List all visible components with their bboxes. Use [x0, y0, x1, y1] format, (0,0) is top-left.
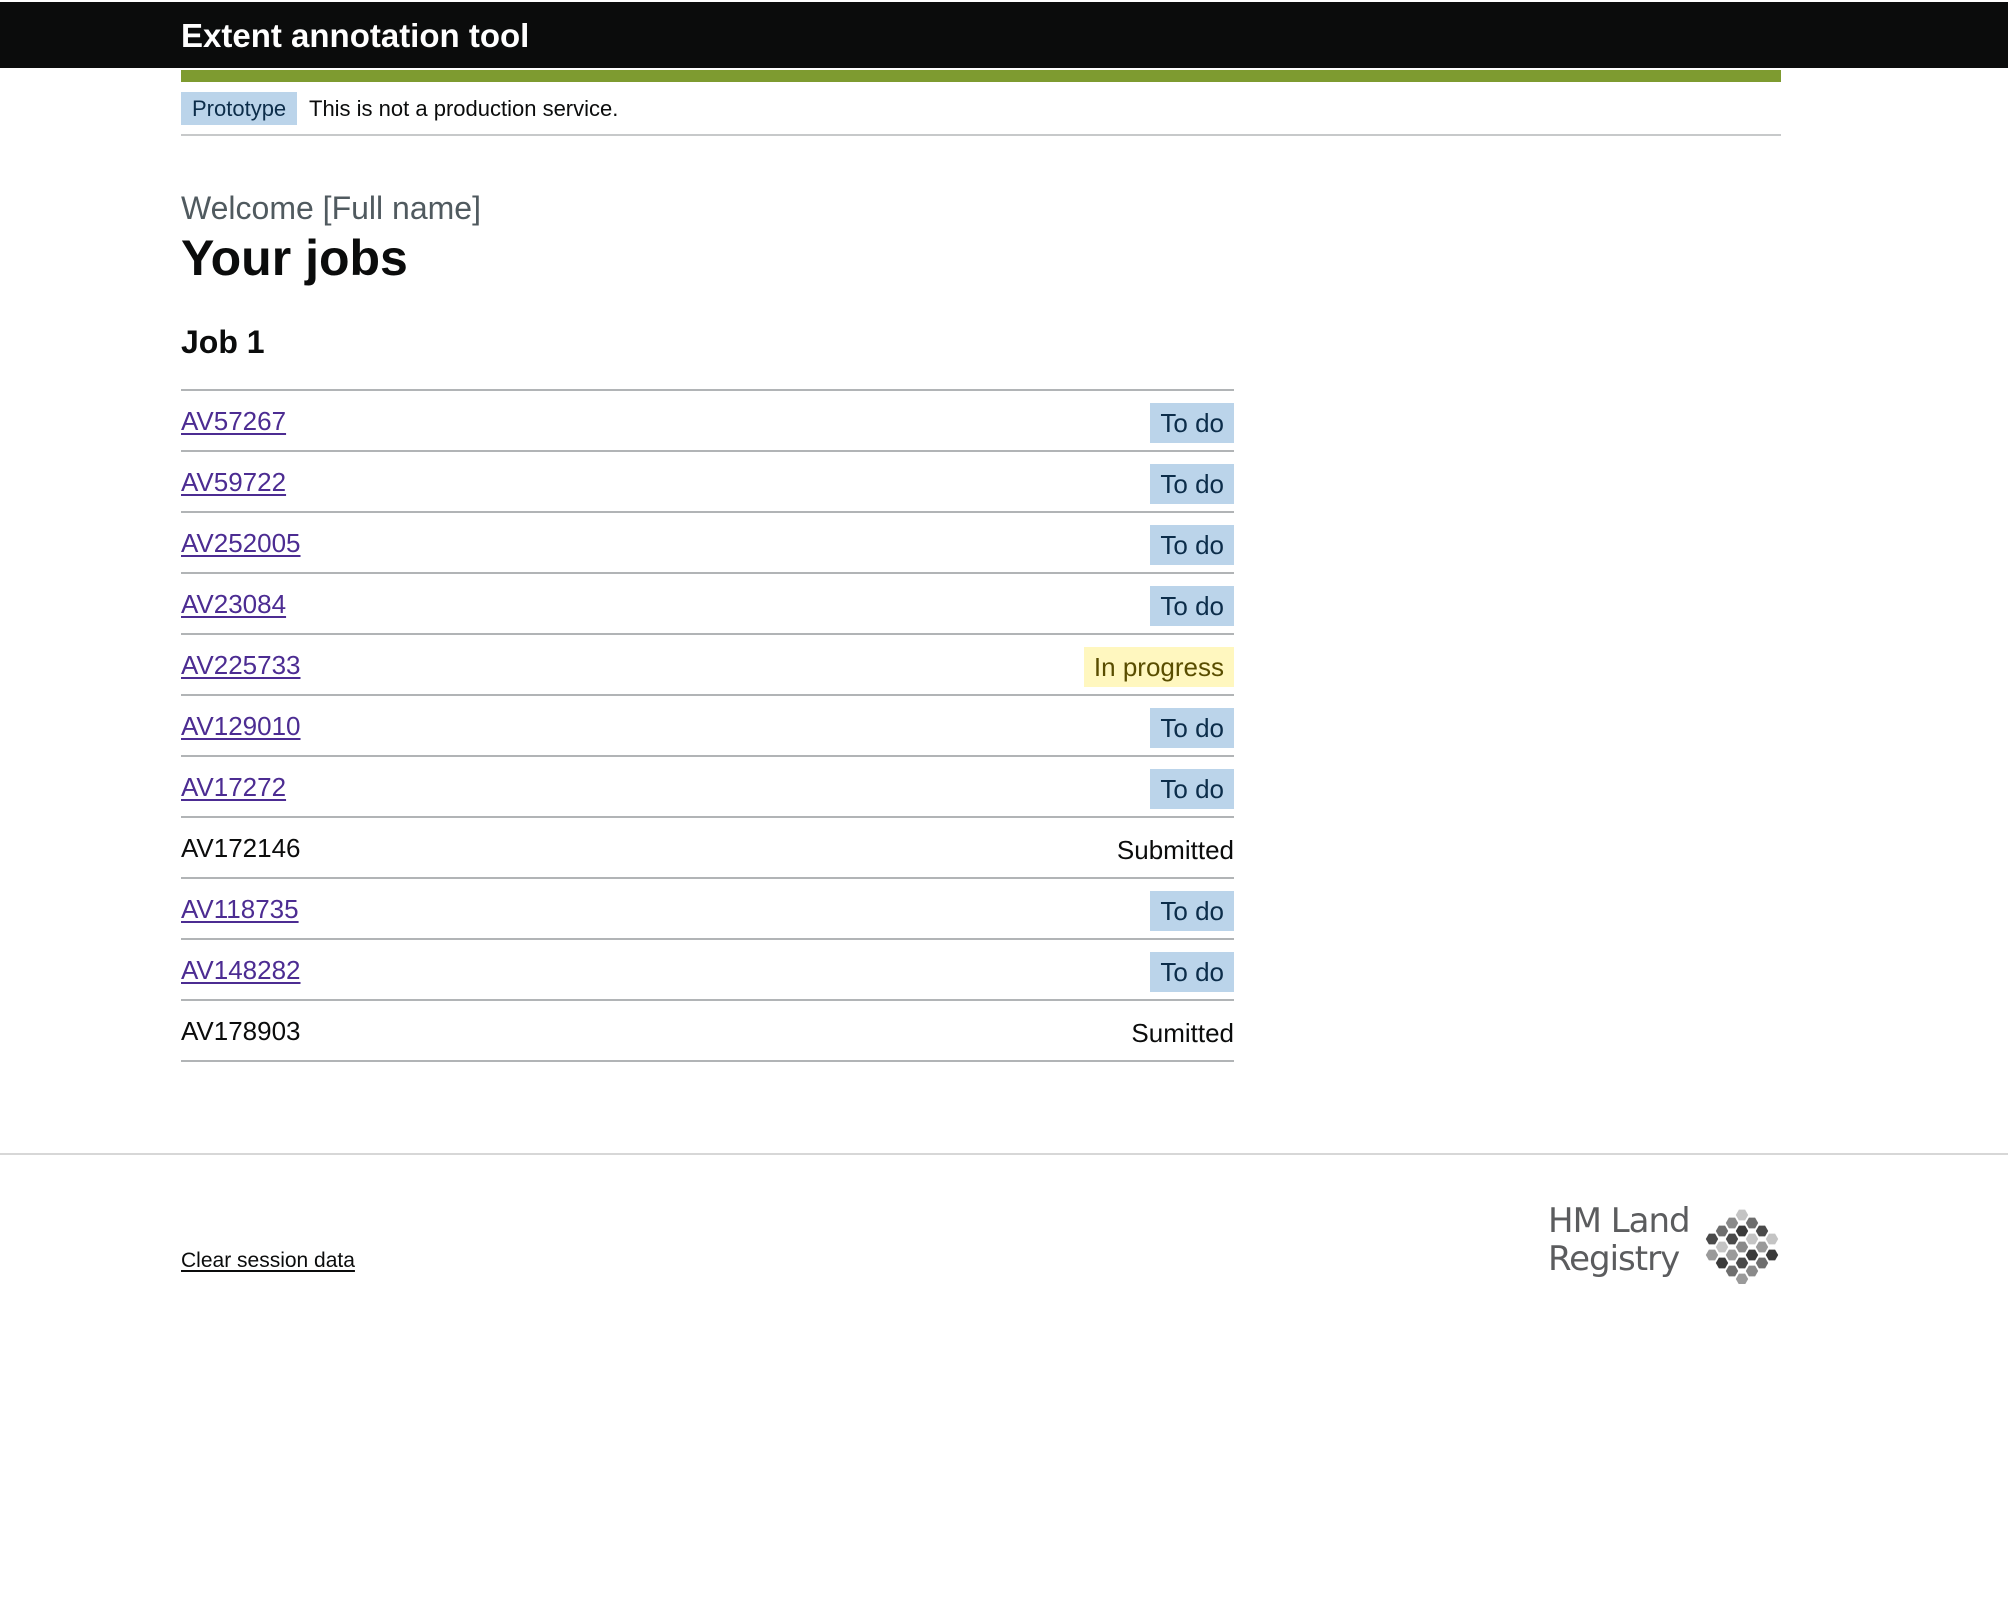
crest-hexagon — [1745, 1249, 1759, 1261]
status-badge: In progress — [1083, 647, 1234, 687]
crest-hexagon — [1755, 1257, 1769, 1269]
crest-hexagon — [1705, 1233, 1719, 1245]
crest-hexagon — [1755, 1225, 1769, 1237]
footer-divider — [0, 1153, 2008, 1155]
crest-hexagon — [1765, 1249, 1779, 1261]
crest-hexagon — [1745, 1233, 1759, 1245]
crest-hexagon — [1735, 1209, 1749, 1221]
hmlr-crest-icon — [1705, 1209, 1779, 1284]
phase-banner: Prototype This is not a production servi… — [181, 82, 1781, 136]
logo-line-1: HM Land — [1548, 1201, 1691, 1241]
page-title: Your jobs — [181, 230, 408, 286]
logo-text: HM Land Registry — [1548, 1201, 1691, 1279]
status-badge: To do — [1150, 769, 1234, 809]
job-row: AV118735 To do — [181, 879, 1234, 940]
crest-hexagon — [1745, 1217, 1759, 1229]
job-row: AV129010 To do — [181, 696, 1234, 757]
job-row: AV252005 To do — [181, 513, 1234, 574]
crest-hexagon — [1745, 1265, 1759, 1277]
job-row: AV148282 To do — [181, 940, 1234, 1001]
crest-hexagon — [1725, 1265, 1739, 1277]
service-name[interactable]: Extent annotation tool — [181, 16, 529, 56]
job-row: AV57267 To do — [181, 391, 1234, 452]
clear-session-link[interactable]: Clear session data — [181, 1248, 355, 1274]
crest-hexagon — [1715, 1257, 1729, 1269]
status-badge: To do — [1150, 525, 1234, 565]
job-link-av118735[interactable]: AV118735 — [181, 893, 299, 925]
crest-hexagon — [1715, 1225, 1729, 1237]
status-badge: To do — [1150, 891, 1234, 931]
status-badge: To do — [1150, 952, 1234, 992]
job-row: AV225733 In progress — [181, 635, 1234, 696]
site-header: Extent annotation tool — [0, 0, 2008, 68]
crest-hexagon — [1735, 1241, 1749, 1253]
status-badge: To do — [1150, 586, 1234, 626]
job-id-av178903: AV178903 — [181, 1016, 301, 1046]
job-row: AV17272 To do — [181, 757, 1234, 818]
job-heading: Job 1 — [181, 324, 265, 360]
crest-hexagon — [1715, 1241, 1729, 1253]
job-link-av129010[interactable]: AV129010 — [181, 710, 301, 742]
crest-hexagon — [1725, 1233, 1739, 1245]
welcome-caption: Welcome [Full name] — [181, 190, 481, 226]
crest-hexagon — [1765, 1233, 1779, 1245]
phase-tag: Prototype — [181, 92, 298, 125]
job-link-av59722[interactable]: AV59722 — [181, 466, 286, 498]
job-link-av23084[interactable]: AV23084 — [181, 588, 286, 620]
phase-banner-text: This is not a production service. — [309, 96, 619, 121]
crest-hexagon — [1735, 1257, 1749, 1269]
job-list: AV57267 To do AV59722 To do AV252005 To … — [181, 389, 1234, 1062]
job-link-av57267[interactable]: AV57267 — [181, 405, 286, 437]
job-row: AV59722 To do — [181, 452, 1234, 513]
hm-land-registry-logo: HM Land Registry — [1548, 1200, 1782, 1284]
job-row: AV23084 To do — [181, 574, 1234, 635]
crest-hexagon — [1755, 1241, 1769, 1253]
crest-hexagon — [1725, 1217, 1739, 1229]
job-link-av17272[interactable]: AV17272 — [181, 771, 286, 803]
job-link-av252005[interactable]: AV252005 — [181, 527, 301, 559]
crest-hexagon — [1735, 1273, 1749, 1284]
status-badge: To do — [1150, 464, 1234, 504]
status-badge: To do — [1150, 708, 1234, 748]
crest-hexagon — [1735, 1225, 1749, 1237]
header-accent-bar — [181, 70, 1781, 82]
job-row: AV172146 Submitted — [181, 818, 1234, 879]
job-link-av225733[interactable]: AV225733 — [181, 649, 301, 681]
job-id-av172146: AV172146 — [181, 833, 301, 863]
status-text: Submitted — [1116, 835, 1234, 865]
job-row: AV178903 Sumitted — [181, 1001, 1234, 1062]
status-text: Sumitted — [1131, 1018, 1234, 1048]
logo-line-2: Registry — [1548, 1239, 1680, 1279]
crest-hexagon — [1725, 1249, 1739, 1261]
status-badge: To do — [1150, 403, 1234, 443]
crest-hexagon — [1705, 1249, 1719, 1261]
job-link-av148282[interactable]: AV148282 — [181, 954, 301, 986]
